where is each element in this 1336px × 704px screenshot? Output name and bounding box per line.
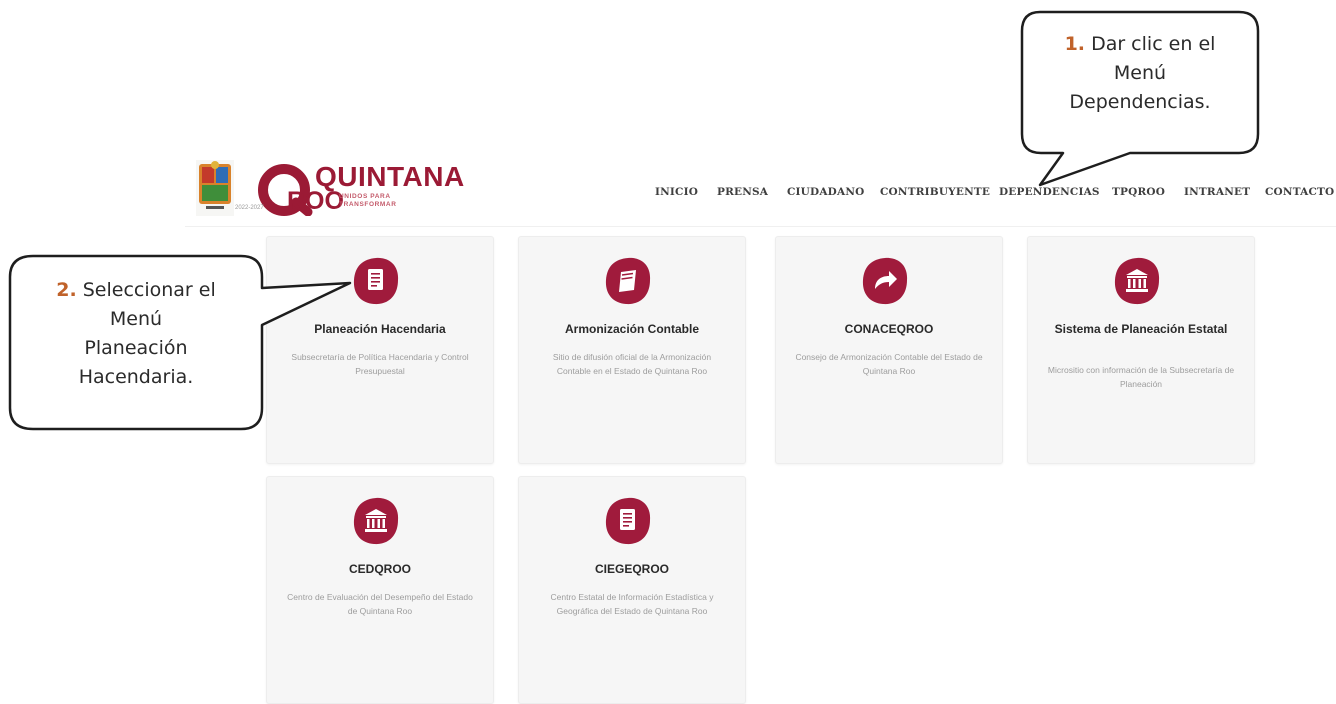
callout-step1-number: 1. — [1064, 33, 1086, 55]
callout-step2-text: 2. Seleccionar el Menú Planeación Hacend… — [56, 279, 216, 388]
callout-step1-text: 1. Dar clic en el Menú Dependencias. — [1064, 33, 1216, 113]
callout-step2-number: 2. — [56, 279, 77, 301]
